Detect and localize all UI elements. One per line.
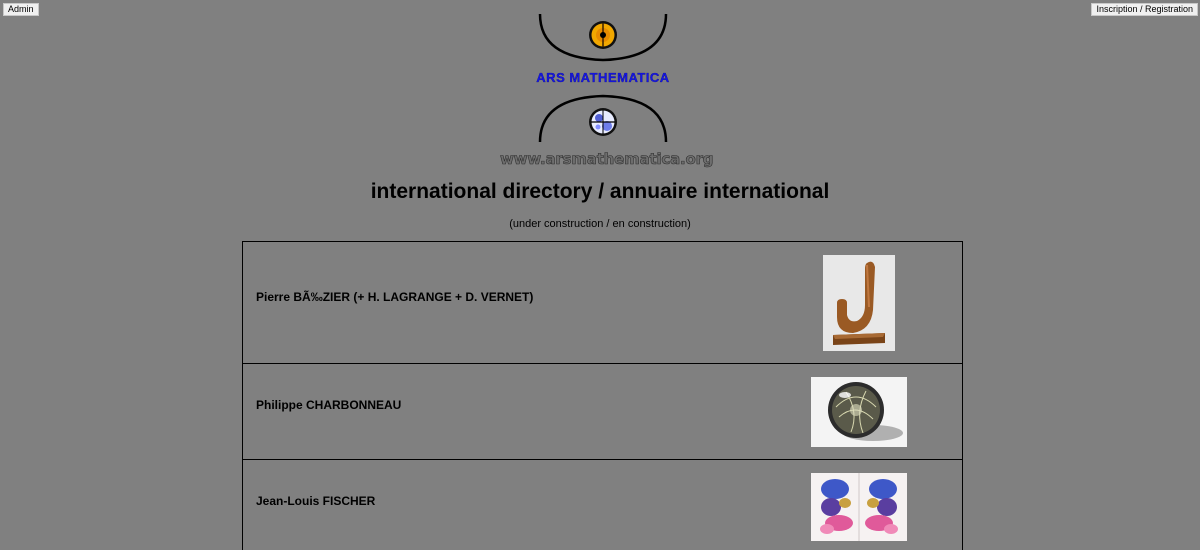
directory-table: Pierre BÃ‰ZIER (+ H. LAGRANGE + D. VERNE… [242, 241, 963, 550]
directory-entry: Jean-Louis FISCHER [243, 460, 962, 550]
symmetric-painting-thumbnail[interactable] [811, 473, 907, 541]
page-title: international directory / annuaire inter… [370, 180, 830, 203]
registration-button[interactable]: Inscription / Registration [1091, 3, 1198, 16]
page: Admin Inscription / Registration ARS MAT… [0, 0, 1200, 550]
artist-name-link[interactable]: Jean-Louis FISCHER [256, 494, 375, 508]
page-subtitle: (under construction / en construction) [509, 218, 691, 230]
ars-mathematica-logo[interactable]: ARS MATHEMATICA www.arsmathematica.org [500, 10, 714, 172]
logo-url: www.arsmathematica.org [500, 150, 714, 169]
blue-eye-icon [589, 108, 617, 136]
artist-name-link[interactable]: Pierre BÃ‰ZIER (+ H. LAGRANGE + D. VERNE… [256, 290, 533, 304]
directory-entry: Pierre BÃ‰ZIER (+ H. LAGRANGE + D. VERNE… [243, 242, 962, 364]
logo-title: ARS MATHEMATICA [536, 70, 670, 85]
glass-sphere-thumbnail[interactable] [811, 377, 907, 447]
admin-button[interactable]: Admin [3, 3, 39, 16]
logo-graphic [538, 13, 668, 143]
wooden-sculpture-thumbnail[interactable] [823, 255, 895, 351]
orange-eye-icon [589, 21, 617, 49]
artist-name-link[interactable]: Philippe CHARBONNEAU [256, 398, 401, 412]
directory-entry: Philippe CHARBONNEAU [243, 364, 962, 460]
